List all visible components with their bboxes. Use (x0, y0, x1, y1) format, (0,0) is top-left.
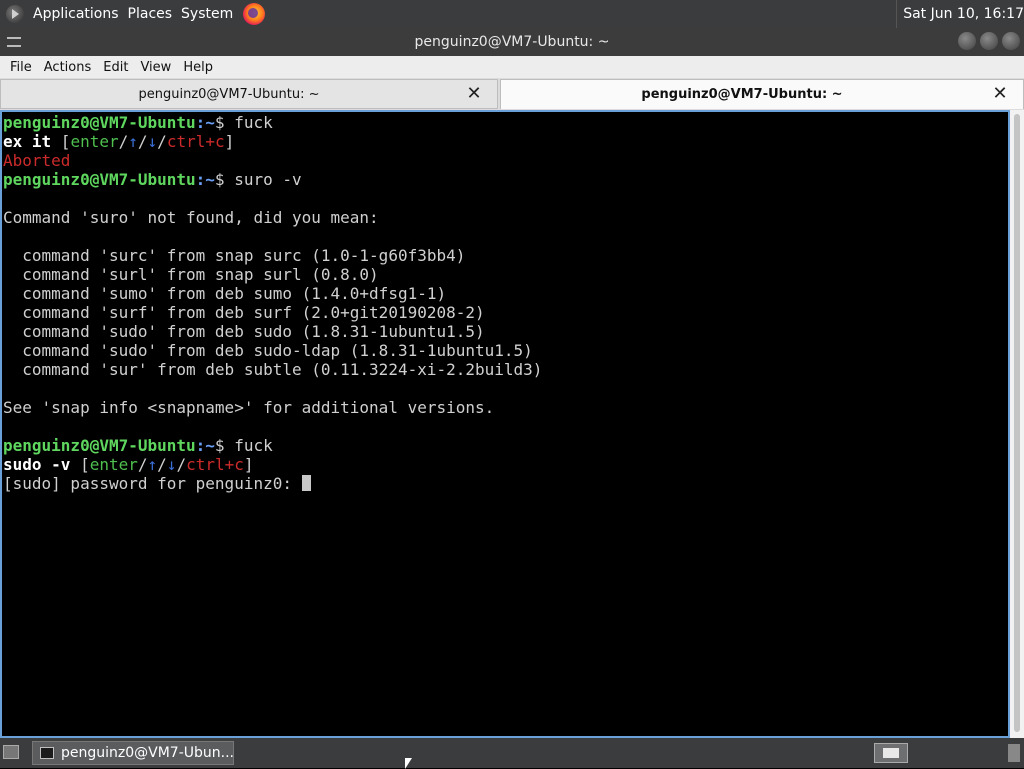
mouse-pointer-icon (405, 758, 412, 769)
show-desktop-icon[interactable] (3, 745, 19, 759)
terminal-icon (40, 747, 54, 759)
menu-help[interactable]: Help (183, 60, 213, 75)
top-panel: Applications Places System Sat Jun 10, 1… (0, 0, 1024, 28)
tab-bar: penguinz0@VM7-Ubuntu: ~ ✕ penguinz0@VM7-… (0, 78, 1024, 110)
terminal-line: [sudo] password for penguinz0: (2, 474, 1008, 493)
terminal-output[interactable]: penguinz0@VM7-Ubuntu:~$ fuck ex it [ente… (0, 110, 1010, 738)
terminal-line: command 'surc' from snap surc (1.0-1-g60… (3, 246, 466, 265)
window-title: penguinz0@VM7-Ubuntu: ~ (414, 34, 610, 50)
terminal-line: See 'snap info <snapname>' for additiona… (3, 398, 495, 417)
terminal-line: command 'sudo' from deb sudo-ldap (1.8.3… (3, 341, 533, 360)
window-titlebar[interactable]: penguinz0@VM7-Ubuntu: ~ (0, 28, 1024, 56)
trash-icon[interactable] (1008, 744, 1020, 762)
menu-view[interactable]: View (140, 60, 171, 75)
menu-edit[interactable]: Edit (103, 60, 128, 75)
terminal-line: Aborted (3, 151, 71, 170)
menu-places[interactable]: Places (128, 6, 173, 22)
menu-actions[interactable]: Actions (44, 60, 92, 75)
tab-1[interactable]: penguinz0@VM7-Ubuntu: ~ ✕ (0, 79, 498, 109)
tab-label: penguinz0@VM7-Ubuntu: ~ (641, 87, 843, 102)
menu-applications[interactable]: Applications (33, 6, 119, 22)
terminal-line: command 'sudo' from deb sudo (1.8.31-1ub… (3, 322, 485, 341)
terminal-menubar: File Actions Edit View Help (0, 56, 1024, 79)
terminal-line: penguinz0@VM7-Ubuntu:~$ fuck (3, 113, 273, 132)
text-cursor (301, 475, 311, 491)
terminal-line: sudo -v [enter/↑/↓/ctrl+c] (3, 455, 254, 474)
menu-system[interactable]: System (181, 6, 233, 22)
minimize-icon[interactable] (958, 32, 976, 50)
clock[interactable]: Sat Jun 10, 16:17 (896, 0, 1024, 28)
close-window-icon[interactable] (1002, 32, 1020, 50)
window-controls (958, 32, 1020, 50)
menu-file[interactable]: File (10, 60, 32, 75)
tab-close-icon[interactable]: ✕ (991, 85, 1009, 103)
applications-menu-icon[interactable] (6, 5, 24, 23)
terminal-line: ex it [enter/↑/↓/ctrl+c] (3, 132, 235, 151)
taskbar-window-button[interactable]: penguinz0@VM7-Ubun... (32, 741, 234, 765)
scrollbar-thumb[interactable] (1014, 114, 1020, 732)
tab-close-icon[interactable]: ✕ (465, 85, 483, 103)
terminal-scrollbar[interactable] (1010, 110, 1024, 738)
terminal-line: penguinz0@VM7-Ubuntu:~$ fuck (3, 436, 273, 455)
taskbar-window-label: penguinz0@VM7-Ubun... (61, 745, 234, 761)
terminal-line: penguinz0@VM7-Ubuntu:~$ suro -v (3, 170, 302, 189)
terminal-line: command 'surl' from snap surl (0.8.0) (3, 265, 379, 284)
terminal-line: command 'surf' from deb surf (2.0+git201… (3, 303, 485, 322)
terminal-line: Command 'suro' not found, did you mean: (3, 208, 379, 227)
tab-2-active[interactable]: penguinz0@VM7-Ubuntu: ~ ✕ (500, 79, 1024, 109)
tab-label: penguinz0@VM7-Ubuntu: ~ (138, 87, 320, 102)
terminal-line: command 'sur' from deb subtle (0.11.3224… (3, 360, 543, 379)
maximize-icon[interactable] (980, 32, 998, 50)
bottom-panel: penguinz0@VM7-Ubun... (0, 738, 1024, 768)
terminal-line: command 'sumo' from deb sumo (1.4.0+dfsg… (3, 284, 447, 303)
workspace-switcher[interactable] (874, 743, 908, 763)
firefox-launcher-icon[interactable] (243, 3, 266, 25)
